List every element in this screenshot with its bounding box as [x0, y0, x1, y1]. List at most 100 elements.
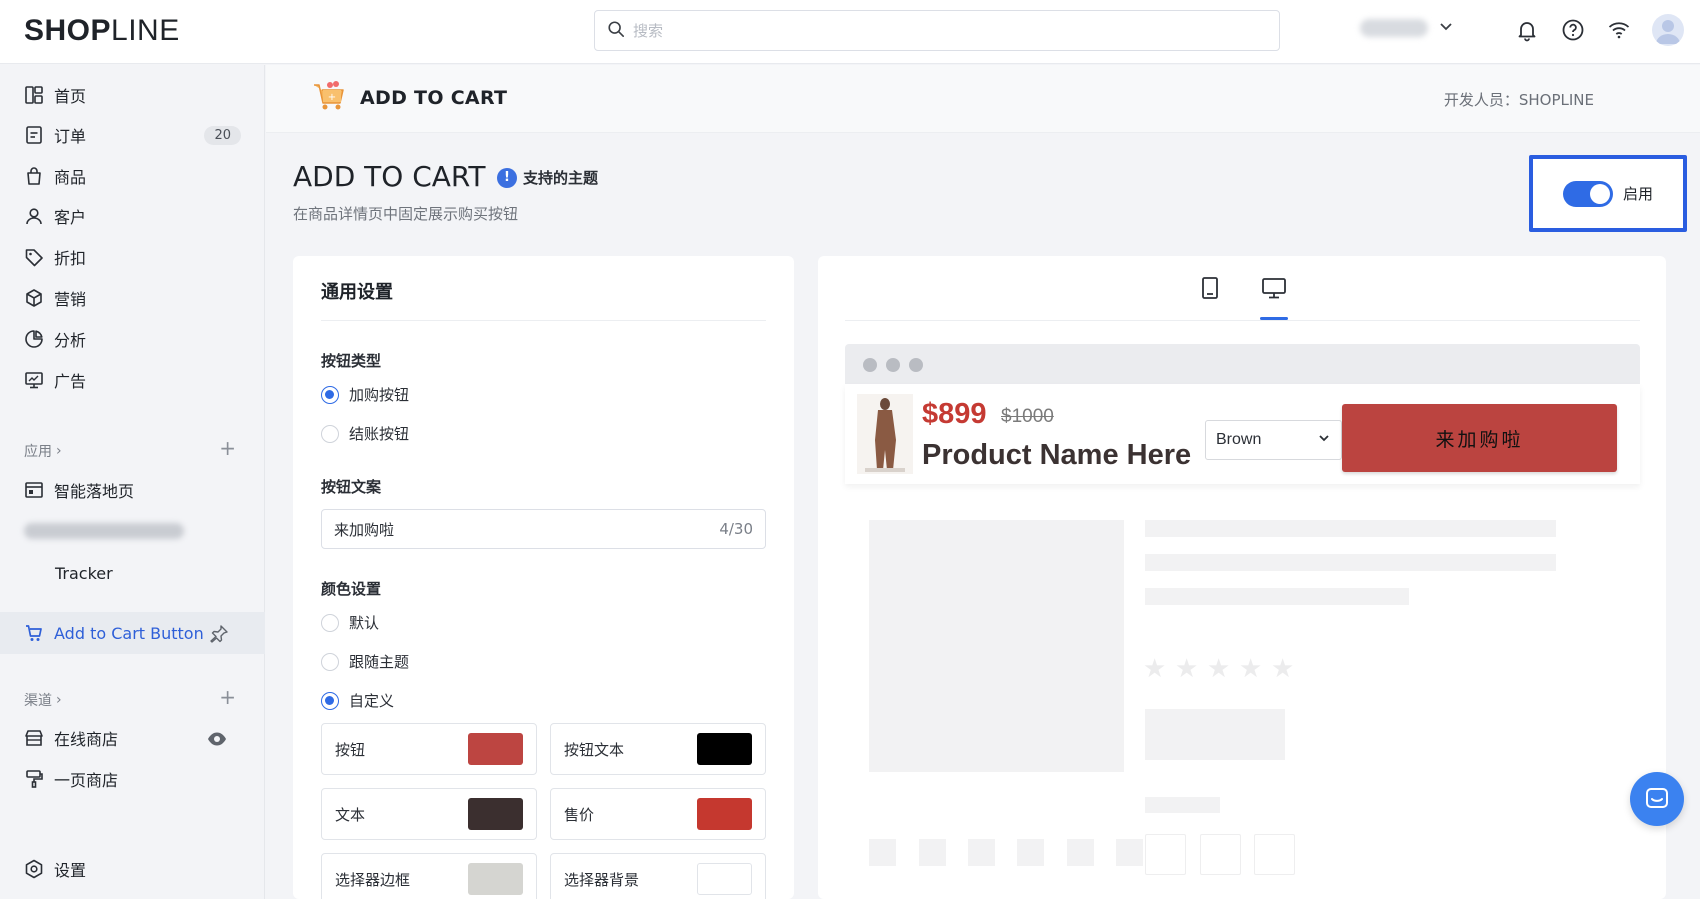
button-text-field[interactable]: 4/30	[321, 509, 766, 549]
product-thumbnail	[857, 394, 913, 474]
color-cell-sale-price: 售价	[550, 788, 766, 840]
info-icon: !	[497, 167, 517, 188]
settings-icon	[25, 859, 43, 879]
radio-icon	[321, 424, 339, 443]
sidebar-item-home[interactable]: 首页	[0, 75, 265, 115]
radio-icon	[321, 652, 339, 671]
sidebar-item-label: 订单	[54, 127, 87, 146]
sticky-add-to-cart-bar: $899 $1000 Product Name Here Brown 来加购啦	[845, 384, 1640, 484]
skeleton-thumb	[1067, 839, 1094, 866]
divider	[845, 320, 1640, 321]
settings-card-title: 通用设置	[321, 282, 393, 303]
sidebar-item-label: 一页商店	[54, 771, 119, 790]
radio-color-default[interactable]: 默认	[321, 612, 379, 633]
radio-checkout[interactable]: 结账按钮	[321, 423, 409, 444]
skeleton-thumb	[869, 839, 896, 866]
chat-icon	[1646, 788, 1668, 808]
preview-buy-button[interactable]: 来加购啦	[1342, 404, 1617, 472]
cart-icon	[26, 625, 42, 641]
sidebar-item-discounts[interactable]: 折扣	[0, 237, 265, 277]
blurred-app-name	[24, 523, 184, 539]
pin-icon[interactable]	[209, 624, 239, 648]
sidebar-item-landing-page[interactable]: 智能落地页	[0, 470, 265, 510]
tag-icon	[25, 249, 43, 267]
store-switcher[interactable]	[1360, 18, 1454, 38]
add-app-plus-icon[interactable]: +	[219, 436, 236, 460]
sidebar-item-settings[interactable]: 设置	[0, 849, 265, 889]
skeleton-thumb	[1116, 839, 1143, 866]
button-type-label: 按钮类型	[321, 352, 382, 370]
brush-icon	[26, 770, 43, 788]
channels-section-heading[interactable]: 渠道 ›	[24, 690, 62, 710]
color-swatch-button[interactable]	[468, 733, 523, 765]
avatar[interactable]	[1652, 14, 1684, 46]
add-to-cart-app-logo: +	[312, 79, 346, 113]
sidebar-item-label: 在线商店	[54, 730, 119, 749]
tablet-icon[interactable]	[1196, 274, 1224, 302]
search-icon	[607, 20, 625, 42]
eye-icon[interactable]	[207, 729, 237, 753]
general-settings-card: 通用设置 按钮类型 加购按钮 结账按钮 按钮文案 4/30 颜色设置 默认 跟随…	[293, 256, 794, 899]
color-cell-button-text: 按钮文本	[550, 723, 766, 775]
skeleton-thumb	[968, 839, 995, 866]
sidebar-item-label: 智能落地页	[54, 482, 135, 501]
radio-add-to-cart[interactable]: 加购按钮	[321, 384, 409, 405]
variant-select[interactable]: Brown	[1205, 420, 1342, 460]
apps-section-heading[interactable]: 应用 ›	[24, 441, 62, 461]
color-swatch-text[interactable]	[468, 798, 523, 830]
sidebar-item-customers[interactable]: 客户	[0, 196, 265, 236]
desktop-icon[interactable]	[1260, 274, 1288, 302]
color-swatch-sale-price[interactable]	[697, 798, 752, 830]
sidebar-item-add-to-cart-button[interactable]: Add to Cart Button	[0, 612, 265, 654]
bell-icon[interactable]	[1515, 18, 1539, 42]
svg-text:+: +	[328, 92, 336, 103]
top-bar: SHOPLINE	[0, 0, 1700, 64]
enable-label: 启用	[1622, 185, 1653, 203]
supported-themes-link[interactable]: ! 支持的主题	[497, 167, 598, 188]
skeleton-swatch	[1145, 834, 1186, 875]
monitor-icon	[25, 372, 43, 389]
star-icon: ★	[1207, 654, 1231, 684]
search-box[interactable]	[594, 10, 1280, 51]
browser-chrome	[845, 344, 1640, 384]
chevron-down-icon	[1317, 431, 1331, 450]
shopline-logo[interactable]: SHOPLINE	[24, 14, 180, 48]
sidebar-item-orders[interactable]: 订单 20	[0, 115, 265, 155]
sidebar-item-label: Add to Cart Button	[54, 623, 204, 643]
color-swatch-selector-background[interactable]	[697, 863, 752, 895]
browser-dot	[886, 358, 900, 372]
skeleton-line	[1145, 554, 1556, 571]
sidebar-item-one-page-store[interactable]: 一页商店	[0, 759, 265, 799]
browser-dot	[863, 358, 877, 372]
color-cell-button: 按钮	[321, 723, 537, 775]
sidebar-item-products[interactable]: 商品	[0, 156, 265, 196]
add-channel-plus-icon[interactable]: +	[219, 685, 236, 709]
search-input[interactable]	[633, 21, 1233, 40]
radio-icon	[321, 385, 339, 404]
enable-toggle[interactable]	[1562, 180, 1613, 207]
sidebar-item-hidden-app[interactable]	[0, 511, 265, 551]
radio-color-follow-theme[interactable]: 跟随主题	[321, 651, 409, 672]
sidebar-item-analytics[interactable]: 分析	[0, 319, 265, 359]
sidebar-item-ads[interactable]: 广告	[0, 360, 265, 400]
star-icon: ★	[1271, 654, 1295, 684]
skeleton-line	[1145, 797, 1220, 813]
sidebar-item-tracker[interactable]: Tracker	[0, 553, 265, 593]
wifi-icon[interactable]	[1607, 18, 1631, 42]
bag-icon	[27, 167, 41, 185]
radio-color-custom[interactable]: 自定义	[321, 690, 394, 711]
support-chat-button[interactable]	[1630, 772, 1684, 826]
skeleton-line	[1145, 588, 1409, 605]
star-icon: ★	[1175, 654, 1199, 684]
sidebar-item-label: 分析	[54, 331, 87, 350]
sidebar-item-marketing[interactable]: 营销	[0, 278, 265, 318]
skeleton-swatch	[1254, 834, 1295, 875]
developer-label: 开发人员：SHOPLINE	[1443, 91, 1594, 109]
button-text-input[interactable]	[334, 520, 720, 538]
color-swatch-selector-border[interactable]	[468, 863, 523, 895]
sidebar-item-online-store[interactable]: 在线商店	[0, 718, 265, 758]
color-swatch-button-text[interactable]	[697, 733, 752, 765]
help-icon[interactable]	[1561, 18, 1585, 42]
button-text-label: 按钮文案	[321, 478, 382, 496]
radio-icon	[321, 691, 339, 710]
